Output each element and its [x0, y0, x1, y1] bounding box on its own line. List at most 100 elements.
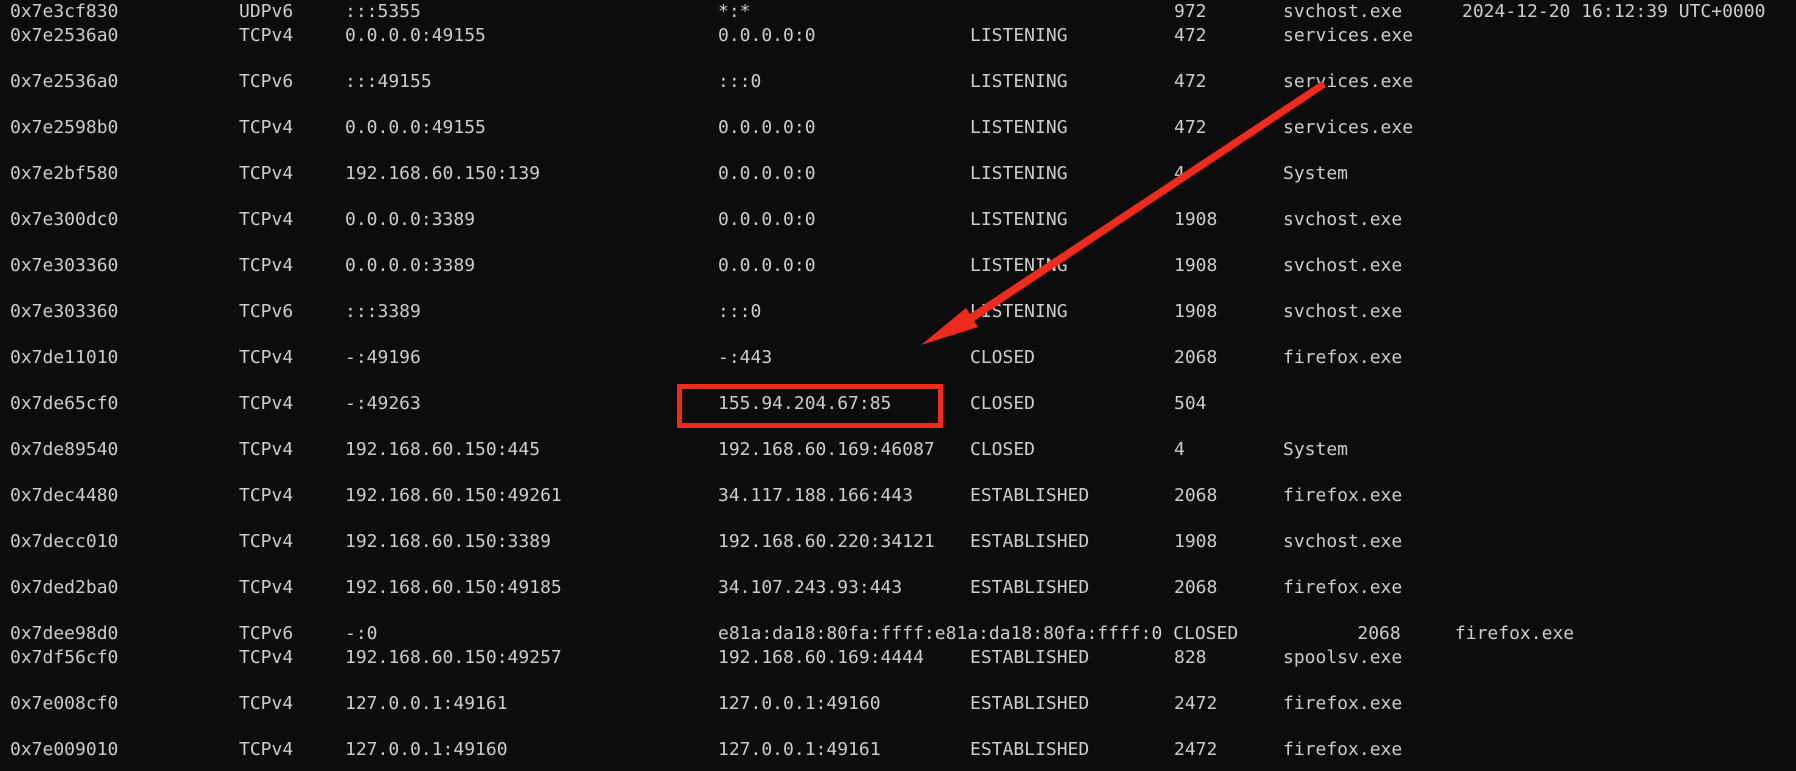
terminal-output: 0x7e3cf830 UDPv6:::5355 *:* 972 svchost.exe 2…: [0, 0, 1796, 771]
offset-cell: 0x7df56cf0: [10, 647, 119, 668]
local-cell: 0.0.0.0:49155: [345, 117, 486, 138]
state-cell: LISTENING: [970, 209, 1068, 230]
local-cell: -:0: [345, 623, 378, 644]
table-row: 0x7de11010 TCPv4 -:49196 -:443 CLOSED 2068 fir…: [0, 346, 1796, 370]
pid-cell: 2472: [1174, 693, 1218, 714]
offset-cell: 0x7e009010: [10, 739, 119, 760]
state-cell: CLOSED: [970, 393, 1036, 414]
foreign-cell: 34.107.243.93:443: [718, 577, 903, 598]
pid-cell: 472: [1174, 117, 1207, 138]
offset-cell: 0x7e2536a0: [10, 25, 119, 46]
local-cell: 192.168.60.150:139: [345, 163, 541, 184]
offset-cell: 0x7de89540: [10, 439, 119, 460]
table-row: 0x7e303360 TCPv4 0.0.0.0:3389 0.0.0.0:0 LIST…: [0, 254, 1796, 278]
state-cell: LISTENING: [970, 71, 1068, 92]
state-cell: ESTABLISHED: [970, 531, 1090, 552]
foreign-cell: *:*: [718, 1, 751, 22]
foreign-cell: 0.0.0.0:0: [718, 25, 816, 46]
table-row: 0x7ded2ba0 TCPv4 192.168.60.150:49185 34.10…: [0, 576, 1796, 600]
pid-cell: 504: [1174, 393, 1207, 414]
local-cell: :::3389: [345, 301, 421, 322]
local-cell: -:49196: [345, 347, 421, 368]
proto-cell: TCPv6: [239, 301, 294, 322]
pid-cell: 2472: [1174, 739, 1218, 760]
state-cell: CLOSED: [970, 439, 1036, 460]
proto-cell: TCPv4: [239, 117, 294, 138]
owner-cell: firefox.exe: [1283, 693, 1403, 714]
proto-cell: TCPv6: [239, 623, 294, 644]
owner-cell: svchost.exe: [1283, 255, 1403, 276]
proto-cell: TCPv4: [239, 255, 294, 276]
local-cell: 192.168.60.150:49261: [345, 485, 562, 506]
local-cell: 0.0.0.0:49155: [345, 25, 486, 46]
table-row: 0x7e2598b0 TCPv4 0.0.0.0:49155 0.0.0.0:0 LIS…: [0, 116, 1796, 140]
local-cell: :::5355: [345, 1, 421, 22]
offset-cell: 0x7e303360: [10, 255, 119, 276]
pid-cell: 472: [1174, 25, 1207, 46]
table-row: 0x7dee98d0 TCPv6 -:0 e81a:da18:80fa:ffff:e8…: [0, 622, 1796, 646]
offset-cell: 0x7e303360: [10, 301, 119, 322]
state-cell: LISTENING: [970, 255, 1068, 276]
state-cell: ESTABLISHED: [970, 693, 1090, 714]
foreign-cell: 192.168.60.169:4444: [718, 647, 924, 668]
owner-cell: spoolsv.exe: [1283, 647, 1403, 668]
pid-cell: 2068: [1174, 577, 1218, 598]
table-row: 0x7e2536a0 TCPv4 0.0.0.0:49155 0.0.0.0:0 LIS…: [0, 24, 1796, 48]
foreign-cell: :::0: [718, 301, 762, 322]
owner-cell: services.exe: [1283, 117, 1414, 138]
state-cell: LISTENING: [970, 117, 1068, 138]
created-cell: 2024-12-20 16:12:39 UTC+0000: [1462, 1, 1766, 22]
table-row: 0x7decc010 TCPv4 192.168.60.150:3389 192.16…: [0, 530, 1796, 554]
state-cell: CLOSED: [970, 347, 1036, 368]
proto-cell: UDPv6: [239, 1, 294, 22]
state-cell: ESTABLISHED: [970, 485, 1090, 506]
table-row: 0x7e3cf830 UDPv6:::5355 *:* 972 svchost.exe 2…: [0, 0, 1796, 24]
owner-cell: svchost.exe: [1283, 301, 1403, 322]
foreign-cell: 0.0.0.0:0: [718, 117, 816, 138]
pid-cell: 972: [1174, 1, 1207, 22]
table-row: 0x7de65cf0 TCPv4 -:49263 155.94.204.67:85 CL…: [0, 392, 1796, 416]
owner-cell: firefox.exe: [1283, 577, 1403, 598]
proto-cell: TCPv4: [239, 393, 294, 414]
table-row: 0x7de89540 TCPv4 192.168.60.150:445 192.168…: [0, 438, 1796, 462]
offset-cell: 0x7de65cf0: [10, 393, 119, 414]
proto-cell: TCPv4: [239, 647, 294, 668]
foreign-cell: 0.0.0.0:0: [718, 255, 816, 276]
table-row: 0x7e008cf0 TCPv4 127.0.0.1:49161 127.0.0.1:…: [0, 692, 1796, 716]
foreign-cell: 34.117.188.166:443: [718, 485, 914, 506]
local-cell: 0.0.0.0:3389: [345, 209, 476, 230]
proto-cell: TCPv4: [239, 531, 294, 552]
pid-cell: 1908: [1174, 255, 1218, 276]
table-row: 0x7e300dc0 TCPv4 0.0.0.0:3389 0.0.0.0:0 LIST…: [0, 208, 1796, 232]
pid-cell: 2068: [1174, 347, 1218, 368]
owner-cell: System: [1283, 439, 1349, 460]
pid-cell: 1908: [1174, 209, 1218, 230]
local-cell: 192.168.60.150:49257: [345, 647, 562, 668]
proto-cell: TCPv4: [239, 739, 294, 760]
local-cell: 192.168.60.150:49185: [345, 577, 562, 598]
pid-cell: 472: [1174, 71, 1207, 92]
proto-cell: TCPv4: [239, 485, 294, 506]
foreign-cell: -:443: [718, 347, 773, 368]
local-cell: 192.168.60.150:445: [345, 439, 541, 460]
table-row: 0x7df56cf0 TCPv4 192.168.60.150:49257 192.1…: [0, 646, 1796, 670]
local-cell: :::49155: [345, 71, 432, 92]
owner-cell: System: [1283, 163, 1349, 184]
owner-cell: firefox.exe: [1283, 347, 1403, 368]
table-row: 0x7e009010 TCPv4 127.0.0.1:49160 127.0.0.1:…: [0, 738, 1796, 762]
state-cell: LISTENING: [970, 25, 1068, 46]
owner-cell: firefox.exe: [1283, 739, 1403, 760]
state-cell: ESTABLISHED: [970, 647, 1090, 668]
offset-cell: 0x7e2598b0: [10, 117, 119, 138]
proto-cell: TCPv4: [239, 163, 294, 184]
offset-cell: 0x7e2536a0: [10, 71, 119, 92]
foreign-cell: 127.0.0.1:49160: [718, 693, 881, 714]
owner-cell: svchost.exe: [1283, 1, 1403, 22]
table-row: 0x7e2bf580 TCPv4 192.168.60.150:139 0.0.0.0…: [0, 162, 1796, 186]
owner-cell: services.exe: [1283, 71, 1414, 92]
pid-cell: 828: [1174, 647, 1207, 668]
proto-cell: TCPv6: [239, 71, 294, 92]
local-cell: 0.0.0.0:3389: [345, 255, 476, 276]
proto-cell: TCPv4: [239, 209, 294, 230]
table-row: 0x7e303360 TCPv6:::3389:::0 LISTENING 1908 s…: [0, 300, 1796, 324]
